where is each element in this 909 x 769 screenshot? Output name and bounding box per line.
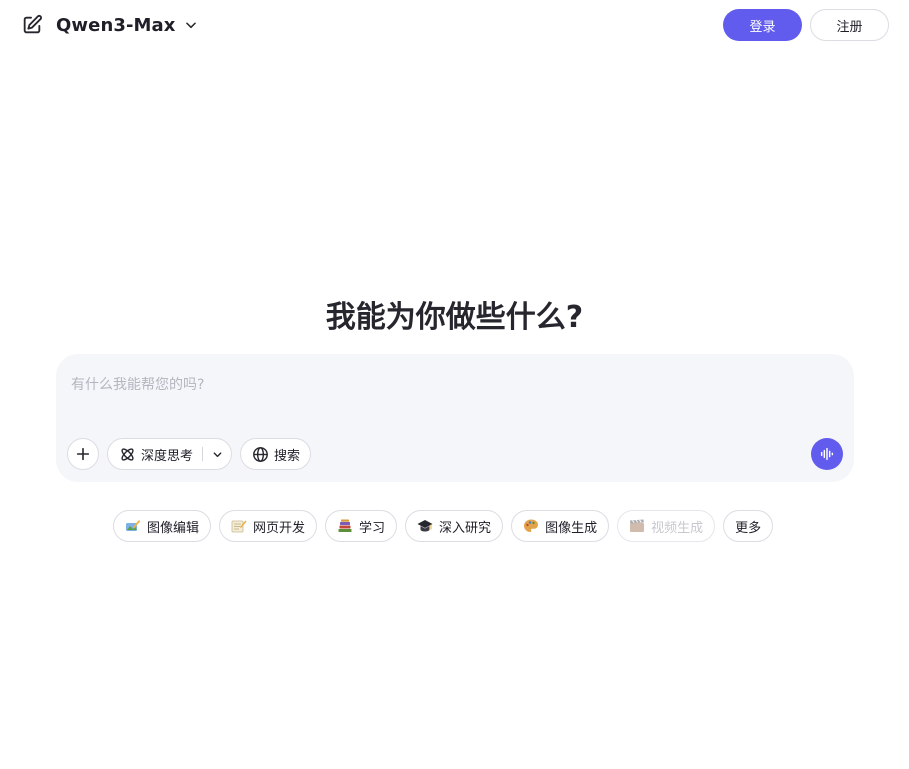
chat-input-box: 深度思考 搜索 [56,354,854,482]
header-right: 登录 注册 [723,9,889,41]
search-label: 搜索 [274,448,301,464]
new-chat-button[interactable] [20,13,44,37]
page-title: 我能为你做些什么? [325,300,584,335]
suggestion-chips: 图像编辑 网页开发 学习 深入研究 图像生成 视频生成 更多 [113,510,774,542]
image-edit-icon [125,518,141,534]
edit-icon [23,14,42,34]
video-gen-icon [629,518,645,534]
chip-label: 网页开发 [253,520,306,536]
page: Qwen3-Max 登录 注册 我能为你做些什么? 有什么我能帮您的吗? 深度思… [0,0,909,769]
chevron-down-icon[interactable] [211,448,223,460]
deep-think-toggle[interactable]: 深度思考 [107,438,233,470]
chip-image-edit[interactable]: 图像编辑 [113,510,212,542]
graduation-cap-icon [417,518,433,534]
login-button[interactable]: 登录 [723,9,802,41]
register-button[interactable]: 注册 [810,9,889,41]
chip-label: 视频生成 [651,520,704,536]
input-toolbar: 深度思考 搜索 [67,438,312,470]
voice-input-button[interactable] [811,438,843,470]
deep-think-label: 深度思考 [141,448,194,464]
search-toggle[interactable]: 搜索 [240,438,312,470]
chip-deep-research[interactable]: 深入研究 [405,510,504,542]
chip-label: 图像生成 [545,520,598,536]
books-icon [337,518,353,534]
add-attachment-button[interactable] [67,438,99,470]
chip-study[interactable]: 学习 [325,510,398,542]
chat-input[interactable] [71,370,831,400]
chevron-down-icon [184,17,200,33]
plus-icon [76,447,90,461]
model-name: Qwen3-Max [56,14,176,36]
chip-label: 图像编辑 [147,520,200,536]
model-selector[interactable]: Qwen3-Max [56,15,200,36]
deep-think-icon [118,445,136,463]
web-dev-icon [231,518,247,534]
header-left: Qwen3-Max [20,10,200,40]
chip-image-generation[interactable]: 图像生成 [511,510,610,542]
audio-wave-icon [820,447,834,461]
chip-more[interactable]: 更多 [723,510,774,542]
palette-icon [523,518,539,534]
divider [202,447,204,461]
chip-web-dev[interactable]: 网页开发 [219,510,318,542]
chip-label: 深入研究 [439,520,492,536]
globe-icon [251,445,269,463]
chip-video-generation[interactable]: 视频生成 [617,510,716,542]
chip-label: 学习 [359,520,386,536]
chip-label: 更多 [735,520,762,536]
